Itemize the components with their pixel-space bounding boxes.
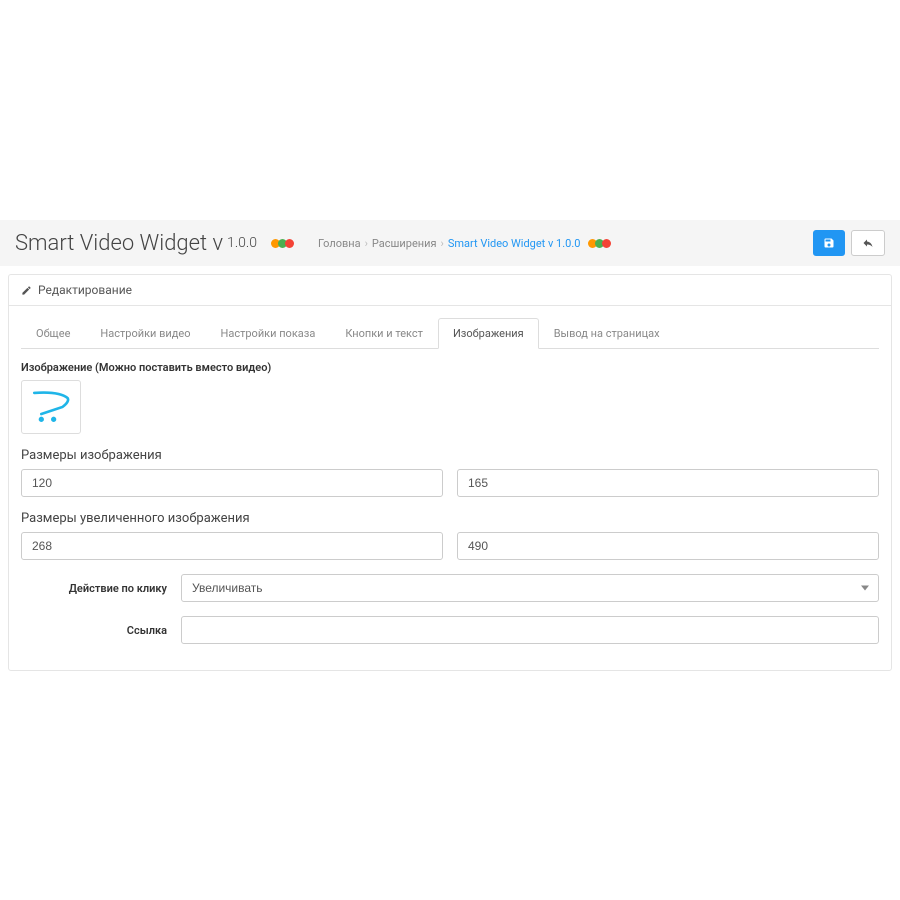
image-size-label: Размеры изображения <box>21 448 879 463</box>
click-action-group: Действие по клику Увеличивать <box>21 574 879 602</box>
panel-heading: Редактирование <box>9 275 891 306</box>
link-input[interactable] <box>181 616 879 644</box>
breadcrumb: Головна › Расширения › Smart Video Widge… <box>318 237 615 250</box>
version-text: 1.0.0 <box>227 235 257 251</box>
image-size-row <box>21 469 879 497</box>
enlarged-width-input[interactable] <box>21 532 443 560</box>
tab-buttons-text[interactable]: Кнопки и текст <box>330 318 438 349</box>
pencil-icon <box>21 285 32 296</box>
panel-heading-text: Редактирование <box>38 283 132 297</box>
link-label: Ссылка <box>21 624 181 637</box>
tab-general[interactable]: Общее <box>21 318 85 349</box>
edit-panel: Редактирование Общее Настройки видео Нас… <box>8 274 892 671</box>
breadcrumb-home[interactable]: Головна <box>318 237 361 250</box>
panel-body: Общее Настройки видео Настройки показа К… <box>9 306 891 670</box>
breadcrumb-extensions[interactable]: Расширения <box>372 237 437 250</box>
tab-display-settings[interactable]: Настройки показа <box>206 318 331 349</box>
save-button[interactable] <box>813 230 845 256</box>
tab-images[interactable]: Изображения <box>438 318 539 349</box>
header-actions <box>813 230 885 256</box>
page-header: Smart Video Widget v 1.0.0 Головна › Рас… <box>0 220 900 266</box>
image-width-input[interactable] <box>21 469 443 497</box>
save-icon <box>823 237 835 249</box>
link-group: Ссылка <box>21 616 879 644</box>
breadcrumb-separator: › <box>365 237 368 250</box>
back-button[interactable] <box>851 230 885 256</box>
page-title: Smart Video Widget v 1.0.0 <box>15 231 257 256</box>
image-thumbnail[interactable] <box>21 380 81 434</box>
reply-icon <box>862 237 874 249</box>
image-field-group: Изображение (Можно поставить вместо виде… <box>21 361 879 434</box>
app-logo-icon <box>588 239 611 248</box>
enlarged-size-row <box>21 532 879 560</box>
cart-placeholder-icon <box>29 387 73 427</box>
click-action-label: Действие по клику <box>21 582 181 595</box>
title-text: Smart Video Widget v <box>15 231 223 256</box>
image-height-input[interactable] <box>457 469 879 497</box>
breadcrumb-current[interactable]: Smart Video Widget v 1.0.0 <box>448 237 581 250</box>
enlarged-size-label: Размеры увеличенного изображения <box>21 511 879 526</box>
click-action-select[interactable]: Увеличивать <box>181 574 879 602</box>
image-label: Изображение (Можно поставить вместо виде… <box>21 361 879 374</box>
breadcrumb-separator: › <box>441 237 444 250</box>
tab-video-settings[interactable]: Настройки видео <box>85 318 205 349</box>
header-left: Smart Video Widget v 1.0.0 Головна › Рас… <box>15 231 615 256</box>
enlarged-height-input[interactable] <box>457 532 879 560</box>
tabs: Общее Настройки видео Настройки показа К… <box>21 318 879 349</box>
tab-page-output[interactable]: Вывод на страницах <box>539 318 675 349</box>
app-logo-icon <box>271 239 294 248</box>
